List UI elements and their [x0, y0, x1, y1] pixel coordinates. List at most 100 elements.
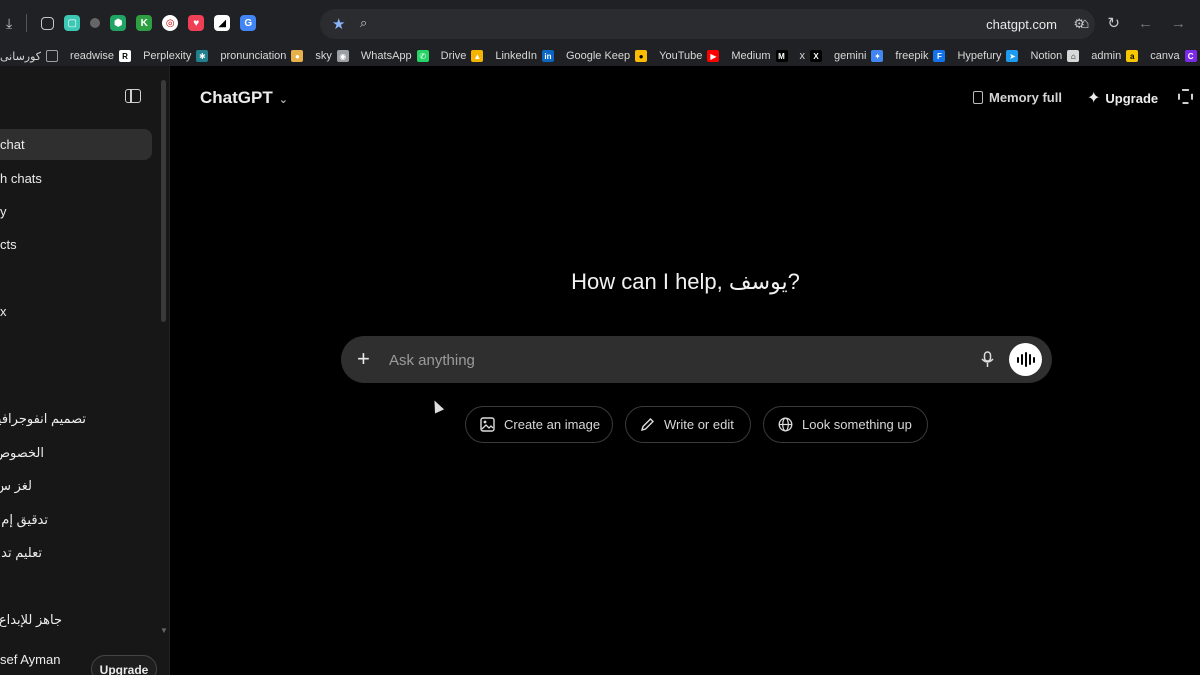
chat-history-item[interactable]: تعليم تد	[0, 545, 42, 561]
home-icon[interactable]: ⌂	[1080, 15, 1089, 32]
chip-create-image[interactable]: Create an image	[465, 406, 613, 443]
upgrade-label: Upgrade	[1105, 90, 1159, 106]
chat-history-item[interactable]: تدقيق إم	[0, 512, 48, 528]
image-icon	[480, 417, 495, 432]
chat-history-item[interactable]: تصميم انفوجرافيك	[0, 411, 86, 427]
globe-icon	[778, 417, 793, 432]
bookmark-item[interactable]: admin a	[1091, 50, 1139, 62]
plus-icon[interactable]: +	[357, 346, 370, 372]
bookmark-item[interactable]: sky ◉	[315, 50, 349, 62]
bookmark-label: Perplexity	[143, 50, 192, 62]
gemini-icon: ✦	[871, 50, 884, 62]
sidebar-item-search-chats[interactable]: h chats	[0, 171, 42, 186]
chat-history-item[interactable]: الخصوص	[0, 445, 44, 461]
puzzle-icon[interactable]	[41, 16, 55, 30]
chat-history-item[interactable]: لغز س	[0, 478, 32, 494]
sidebar-scrollbar[interactable]	[161, 80, 166, 322]
extension-icon-3[interactable]: ⬢	[110, 15, 127, 31]
bookmark-label: x	[799, 50, 806, 62]
pencil-icon	[640, 418, 654, 432]
voice-mode-button[interactable]	[1009, 343, 1042, 376]
back-icon[interactable]: ←	[1138, 15, 1153, 32]
admin-icon: a	[1126, 50, 1139, 62]
extension-icon-5[interactable]: ◎	[162, 15, 179, 31]
youtube-icon: ▶	[707, 50, 720, 62]
bookmark-label: Google Keep	[565, 50, 631, 62]
pocket-icon[interactable]: ♥	[188, 15, 205, 31]
voice-bar	[1032, 356, 1035, 363]
bookmark-label: Hypefury	[957, 50, 1002, 62]
user-name[interactable]: sef Ayman	[0, 652, 60, 667]
forward-icon[interactable]: →	[1171, 15, 1186, 32]
chip-look-something-up[interactable]: Look something up	[763, 406, 928, 443]
bookmark-item[interactable]: freepik F	[895, 50, 946, 62]
download-icon[interactable]: ⤓	[6, 15, 12, 32]
url-text[interactable]: chatgpt.com	[986, 17, 1057, 32]
linkedin-icon: in	[541, 50, 554, 62]
bookmark-item[interactable]: Hypefury ➤	[957, 50, 1019, 62]
memory-status[interactable]: Memory full	[973, 90, 1062, 105]
bookmark-label: sky	[315, 50, 332, 62]
voice-bar	[1028, 354, 1031, 365]
bookmark-label: readwise	[70, 50, 115, 62]
bookmark-item[interactable]: YouTube ▶	[659, 50, 720, 62]
memory-label: Memory full	[989, 90, 1062, 105]
readwise-icon: R	[119, 50, 132, 62]
sidebar-toggle-icon[interactable]	[125, 89, 141, 103]
bookmark-label: LinkedIn	[495, 50, 537, 62]
sidebar-item-gpt[interactable]: x	[0, 304, 7, 319]
mouse-cursor	[429, 398, 445, 414]
bookmark-item[interactable]: xX	[800, 50, 823, 62]
voice-bar	[1020, 354, 1023, 365]
bookmark-star-icon[interactable]: ★	[332, 15, 345, 33]
zoom-icon[interactable]: ⌕	[360, 15, 367, 31]
address-bar[interactable]: ★ ⌕ chatgpt.com ⚙	[320, 9, 1095, 39]
chat-history-item[interactable]: جاهز للإبداع	[0, 612, 62, 628]
extension-icon-6[interactable]: ◢	[214, 15, 231, 31]
temporary-chat-icon[interactable]	[1178, 89, 1193, 104]
chevron-down-icon: ⌄	[278, 93, 288, 106]
translate-icon[interactable]: G	[240, 15, 257, 31]
bookmark-item[interactable]: کورسانی	[0, 50, 59, 63]
sidebar-item-new-chat[interactable]: chat	[0, 129, 152, 160]
bookmark-label: Notion	[1030, 50, 1063, 62]
sidebar-upgrade-button[interactable]: Upgrade	[91, 655, 157, 675]
globe-icon: ◉	[336, 50, 349, 62]
extension-icon-1[interactable]: ▢	[64, 15, 81, 31]
bookmark-label: Medium	[731, 50, 771, 62]
scroll-down-arrow-icon[interactable]: ▼	[160, 626, 168, 635]
bookmark-item[interactable]: Google Keep ●	[565, 50, 648, 62]
extension-icon-2[interactable]	[90, 18, 101, 28]
upgrade-button[interactable]: ✦ Upgrade	[1087, 88, 1158, 108]
sidebar-item-projects[interactable]: cts	[0, 237, 17, 252]
bookmark-item[interactable]: pronunciation ●	[220, 50, 304, 62]
prompt-input[interactable]	[389, 349, 949, 371]
bookmarks-bar: کورسانی readwise R Perplexity ✱ pronunciation…	[0, 46, 1200, 66]
chip-write-edit[interactable]: Write or edit	[625, 406, 751, 443]
bookmark-item[interactable]: canva C	[1150, 50, 1197, 62]
whatsapp-icon: ✆	[416, 50, 429, 62]
bookmark-label: YouTube	[659, 50, 703, 62]
bookmark-label: pronunciation	[220, 50, 287, 62]
memory-icon	[973, 91, 983, 104]
bookmark-label: Drive	[440, 50, 467, 62]
extension-icon-4[interactable]: K	[136, 15, 153, 31]
bookmark-item[interactable]: Drive ▲	[441, 50, 484, 62]
bookmark-item[interactable]: readwise R	[70, 50, 132, 62]
bookmark-label: کورسانی	[0, 50, 42, 63]
sidebar-item-library[interactable]: y	[0, 204, 7, 219]
bookmark-item[interactable]: Notion ⌂	[1030, 50, 1080, 62]
bookmark-label: admin	[1091, 50, 1122, 62]
bookmark-item[interactable]: LinkedIn in	[495, 50, 554, 62]
bookmark-item[interactable]: Perplexity ✱	[143, 50, 209, 62]
bookmark-item[interactable]: WhatsApp ✆	[361, 50, 429, 62]
reload-icon[interactable]: ↻	[1107, 14, 1120, 32]
voice-bar	[1016, 356, 1019, 363]
bookmark-item[interactable]: gemini ✦	[834, 50, 884, 62]
microphone-icon[interactable]	[981, 351, 994, 368]
bookmark-label: freepik	[895, 50, 929, 62]
bookmark-item[interactable]: Medium M	[731, 50, 788, 62]
home-icon: ⌂	[1067, 50, 1080, 62]
model-selector[interactable]: ChatGPT ⌄	[200, 88, 288, 108]
bookmark-label: canva	[1150, 50, 1180, 62]
